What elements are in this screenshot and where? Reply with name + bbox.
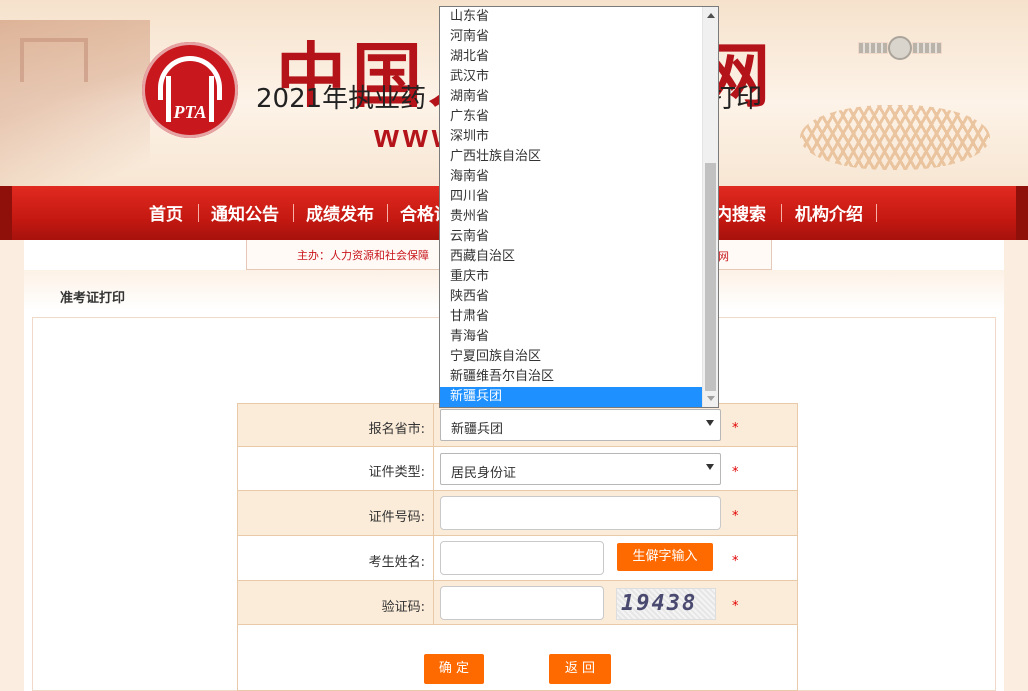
dropdown-option[interactable]: 湖南省 [440,87,703,107]
page-title: 2021年执业药 [256,84,427,114]
form-row-id-type: 证件类型: 居民身份证 * [238,447,797,491]
admission-ticket-form: 报名省市: 新疆兵团 * 证件类型: 居民身份证 * 证件号码: * 考生姓名:… [237,403,798,691]
nav-separator [876,204,877,222]
sponsor-text-end: 网 [718,250,729,263]
name-label: 考生姓名: [238,536,434,580]
name-input[interactable] [440,541,604,575]
nav-separator [198,204,199,222]
province-label: 报名省市: [238,404,434,446]
nav-separator [293,204,294,222]
pta-logo[interactable]: PTA [142,42,238,138]
required-mark: * [732,599,739,614]
id-type-label: 证件类型: [238,447,434,490]
captcha-label: 验证码: [238,581,434,624]
chevron-down-icon [706,464,714,470]
satellite-decoration [858,28,942,68]
dropdown-option[interactable]: 武汉市 [440,67,703,87]
dropdown-option[interactable]: 贵州省 [440,207,703,227]
id-number-label: 证件号码: [238,491,434,535]
province-dropdown-list[interactable]: 山东省 河南省 湖北省 武汉市 湖南省 广东省 深圳市 广西壮族自治区 海南省 四川省 贵州省 云南省… [439,6,719,408]
dropdown-option[interactable]: 广西壮族自治区 [440,147,703,167]
form-row-province: 报名省市: 新疆兵团 * [238,404,797,447]
dropdown-option[interactable]: 西藏自治区 [440,247,703,267]
nav-separator [387,204,388,222]
province-select[interactable]: 新疆兵团 [440,409,721,441]
dropdown-option[interactable]: 青海省 [440,327,703,347]
form-row-captcha: 验证码: 19438 * [238,581,797,625]
nav-about[interactable]: 机构介绍 [795,200,863,225]
dropdown-option[interactable]: 深圳市 [440,127,703,147]
stadium-decoration [800,105,990,170]
id-type-select-value: 居民身份证 [451,466,517,481]
chevron-down-icon [706,420,714,426]
required-mark: * [732,465,739,480]
dropdown-option[interactable]: 甘肃省 [440,307,703,327]
captcha-input[interactable] [440,586,604,620]
sponsor-text: 主办：人力资源和社会保障 [297,249,429,262]
required-mark: * [732,421,739,436]
form-row-id-number: 证件号码: * [238,491,797,536]
scroll-up-icon[interactable] [707,13,715,18]
province-select-value: 新疆兵团 [451,422,504,437]
dropdown-option[interactable]: 新疆兵团 [440,387,703,407]
great-wall-decoration [0,20,150,186]
nav-separator [781,204,782,222]
dropdown-scrollbar[interactable] [702,7,718,407]
nav-home[interactable]: 首页 [149,200,183,225]
required-mark: * [732,554,739,569]
dropdown-option[interactable]: 湖北省 [440,47,703,67]
captcha-image[interactable]: 19438 [616,588,716,620]
dropdown-option[interactable]: 宁夏回族自治区 [440,347,703,367]
confirm-button[interactable]: 确 定 [424,654,484,684]
dropdown-option[interactable]: 山东省 [440,7,703,27]
back-button[interactable]: 返 回 [549,654,611,684]
nav-search[interactable]: 内搜索 [715,200,766,225]
dropdown-option[interactable]: 云南省 [440,227,703,247]
required-mark: * [732,509,739,524]
nav-notices[interactable]: 通知公告 [211,200,279,225]
scrollbar-thumb[interactable] [705,163,716,391]
id-number-input[interactable] [440,496,721,530]
dropdown-option[interactable]: 广东省 [440,107,703,127]
dropdown-option[interactable]: 海南省 [440,167,703,187]
form-row-name: 考生姓名: 生僻字输入 * [238,536,797,581]
nav-scores[interactable]: 成绩发布 [306,200,374,225]
dropdown-option[interactable]: 四川省 [440,187,703,207]
scroll-down-icon[interactable] [707,396,715,401]
rare-char-input-button[interactable]: 生僻字输入 [617,543,713,571]
logo-text: PTA [173,102,207,122]
dropdown-options: 山东省 河南省 湖北省 武汉市 湖南省 广东省 深圳市 广西壮族自治区 海南省 四川省 贵州省 云南省… [440,7,718,407]
dropdown-option[interactable]: 河南省 [440,27,703,47]
breadcrumb: 准考证打印 [60,291,126,306]
dropdown-option[interactable]: 新疆维吾尔自治区 [440,367,703,387]
dropdown-option[interactable]: 陕西省 [440,287,703,307]
id-type-select[interactable]: 居民身份证 [440,453,721,485]
dropdown-option[interactable]: 重庆市 [440,267,703,287]
